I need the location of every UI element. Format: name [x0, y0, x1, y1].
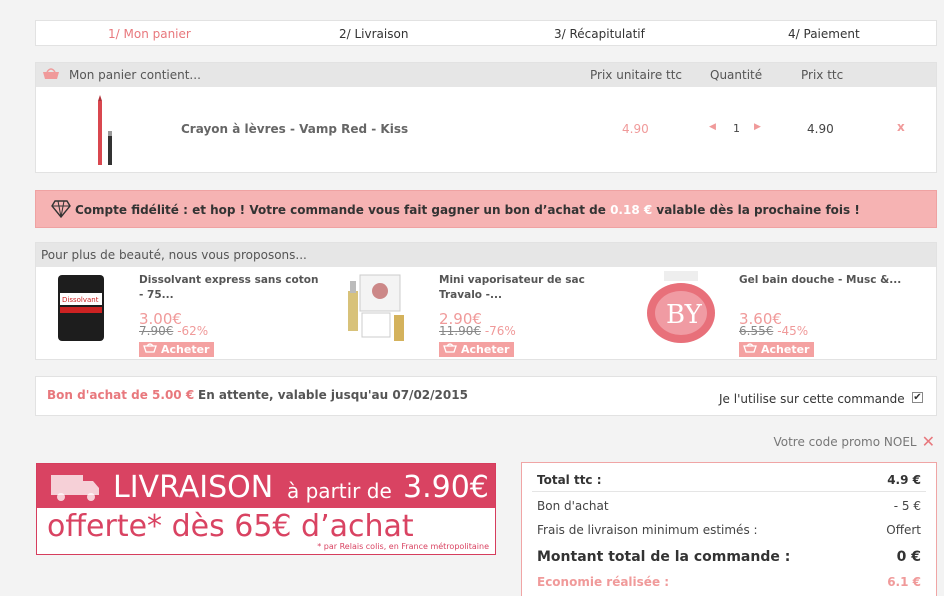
- voucher-value: - 5 €: [893, 499, 921, 513]
- divider: [532, 491, 926, 492]
- product-old-price: 11.90€ -76%: [439, 324, 516, 338]
- buy-button[interactable]: Acheter: [739, 342, 814, 357]
- qty-decrease-icon[interactable]: ◀: [709, 122, 716, 132]
- banner-free-shipping: offerte* dès 65€ d’achat: [47, 509, 414, 544]
- discount: -45%: [777, 324, 809, 338]
- promo-code: Votre code promo NOEL ✕: [773, 432, 935, 451]
- total-ttc-label: Total ttc :: [537, 473, 602, 487]
- product-name[interactable]: Dissolvant express sans coton - 75...: [139, 273, 324, 303]
- col-unit-price: Prix unitaire ttc: [590, 68, 683, 82]
- remove-promo-icon[interactable]: ✕: [922, 432, 935, 451]
- banner-note: * par Relais colis, en France métropolit…: [317, 542, 489, 551]
- old-price: 7.90€: [139, 324, 174, 338]
- grand-total-value: 0 €: [896, 549, 921, 565]
- voucher-label: Bon d'achat: [537, 499, 609, 513]
- qty-increase-icon[interactable]: ▶: [754, 122, 761, 132]
- basket-icon: [143, 343, 157, 356]
- saving-label: Economie réalisée :: [537, 575, 670, 589]
- cart-item-total: 4.90: [807, 122, 834, 136]
- step-payment[interactable]: 4/ Paiement: [788, 27, 860, 41]
- shipping-row: Frais de livraison minimum estimés : Off…: [537, 523, 921, 537]
- suggestions-heading: Pour plus de beauté, nous vous proposons…: [36, 243, 936, 267]
- suggestion-card: Dissolvant Dissolvant express sans coton…: [36, 267, 336, 361]
- cart-item-unit-price: 4.90: [622, 122, 649, 136]
- qty-value[interactable]: 1: [733, 122, 740, 135]
- voucher-title: Bon d'achat de 5.00 €: [47, 388, 195, 402]
- delivery-banner-top: LIVRAISON à partir de 3.90€: [37, 464, 495, 508]
- voucher-status: En attente, valable jusqu'au 07/02/2015: [198, 388, 468, 402]
- svg-text:Dissolvant: Dissolvant: [62, 296, 99, 304]
- banner-price: 3.90€: [403, 470, 489, 505]
- product-name[interactable]: Gel bain douche - Musc &...: [739, 273, 924, 288]
- voucher-row: Bon d'achat - 5 €: [537, 499, 921, 513]
- voucher-panel: Bon d'achat de 5.00 € En attente, valabl…: [35, 376, 937, 416]
- promo-code-label: Votre code promo NOEL: [773, 434, 917, 449]
- loyalty-text-start: Compte fidélité : et hop ! Votre command…: [75, 203, 611, 217]
- loyalty-banner: Compte fidélité : et hop ! Votre command…: [35, 190, 937, 228]
- cart-item-name[interactable]: Crayon à lèvres - Vamp Red - Kiss: [181, 122, 408, 136]
- grand-total-label: Montant total de la commande :: [537, 549, 791, 565]
- buy-button[interactable]: Acheter: [439, 342, 514, 357]
- cart-header: Mon panier contient... Prix unitaire ttc…: [36, 63, 936, 87]
- voucher-use-checkbox[interactable]: ✔: [912, 392, 923, 403]
- step-summary[interactable]: 3/ Récapitulatif: [554, 27, 645, 41]
- suggestion-card: BY Gel bain douche - Musc &... 3.60€ 6.5…: [636, 267, 936, 361]
- total-ttc-row: Total ttc : 4.9 €: [537, 473, 921, 487]
- old-price: 6.55€: [739, 324, 774, 338]
- saving-row: Economie réalisée : 6.1 €: [537, 575, 921, 589]
- remove-item-icon[interactable]: x: [897, 120, 905, 134]
- basket-icon: [42, 68, 60, 83]
- grand-total-row: Montant total de la commande : 0 €: [537, 549, 921, 565]
- discount: -76%: [484, 324, 516, 338]
- product-thumbnail[interactable]: Dissolvant: [46, 271, 116, 343]
- discount: -62%: [177, 324, 209, 338]
- buy-label: Acheter: [761, 343, 810, 356]
- basket-icon: [443, 343, 457, 356]
- delivery-banner[interactable]: LIVRAISON à partir de 3.90€ offerte* dès…: [36, 463, 496, 555]
- voucher-use-label[interactable]: Je l'utilise sur cette commande: [719, 392, 905, 406]
- saving-value: 6.1 €: [887, 575, 921, 589]
- cart-panel: Mon panier contient... Prix unitaire ttc…: [35, 62, 937, 173]
- basket-icon: [743, 343, 757, 356]
- loyalty-text: Compte fidélité : et hop ! Votre command…: [75, 203, 860, 217]
- order-totals: Total ttc : 4.9 € Bon d'achat - 5 € Frai…: [521, 462, 937, 596]
- banner-livraison: LIVRAISON: [113, 470, 274, 505]
- banner-from: à partir de: [287, 479, 392, 503]
- loyalty-text-end: valable dès la prochaine fois !: [652, 203, 860, 217]
- shipping-value: Offert: [886, 523, 921, 537]
- col-quantity: Quantité: [710, 68, 763, 82]
- loyalty-amount: 0.18 €: [610, 203, 653, 217]
- product-image[interactable]: [94, 95, 116, 170]
- total-ttc-value: 4.9 €: [887, 473, 921, 487]
- product-thumbnail[interactable]: BY: [646, 271, 716, 343]
- product-thumbnail[interactable]: [346, 271, 416, 343]
- col-total-price: Prix ttc: [801, 68, 844, 82]
- truck-icon: [51, 473, 101, 504]
- product-name[interactable]: Mini vaporisateur de sac Travalo -...: [439, 273, 624, 303]
- step-delivery[interactable]: 2/ Livraison: [339, 27, 408, 41]
- old-price: 11.90€: [439, 324, 481, 338]
- buy-button[interactable]: Acheter: [139, 342, 214, 357]
- product-old-price: 7.90€ -62%: [139, 324, 208, 338]
- svg-text:BY: BY: [666, 300, 703, 330]
- suggestion-card: Mini vaporisateur de sac Travalo -... 2.…: [336, 267, 636, 361]
- buy-label: Acheter: [461, 343, 510, 356]
- product-old-price: 6.55€ -45%: [739, 324, 808, 338]
- checkout-steps: 1/ Mon panier 2/ Livraison 3/ Récapitula…: [35, 20, 937, 46]
- shipping-label: Frais de livraison minimum estimés :: [537, 523, 758, 537]
- cart-row: Crayon à lèvres - Vamp Red - Kiss 4.90 ◀…: [36, 87, 936, 173]
- cart-heading: Mon panier contient...: [69, 68, 201, 82]
- step-cart[interactable]: 1/ Mon panier: [108, 27, 191, 41]
- suggestions-panel: Pour plus de beauté, nous vous proposons…: [35, 242, 937, 360]
- buy-label: Acheter: [161, 343, 210, 356]
- diamond-icon: [51, 200, 71, 221]
